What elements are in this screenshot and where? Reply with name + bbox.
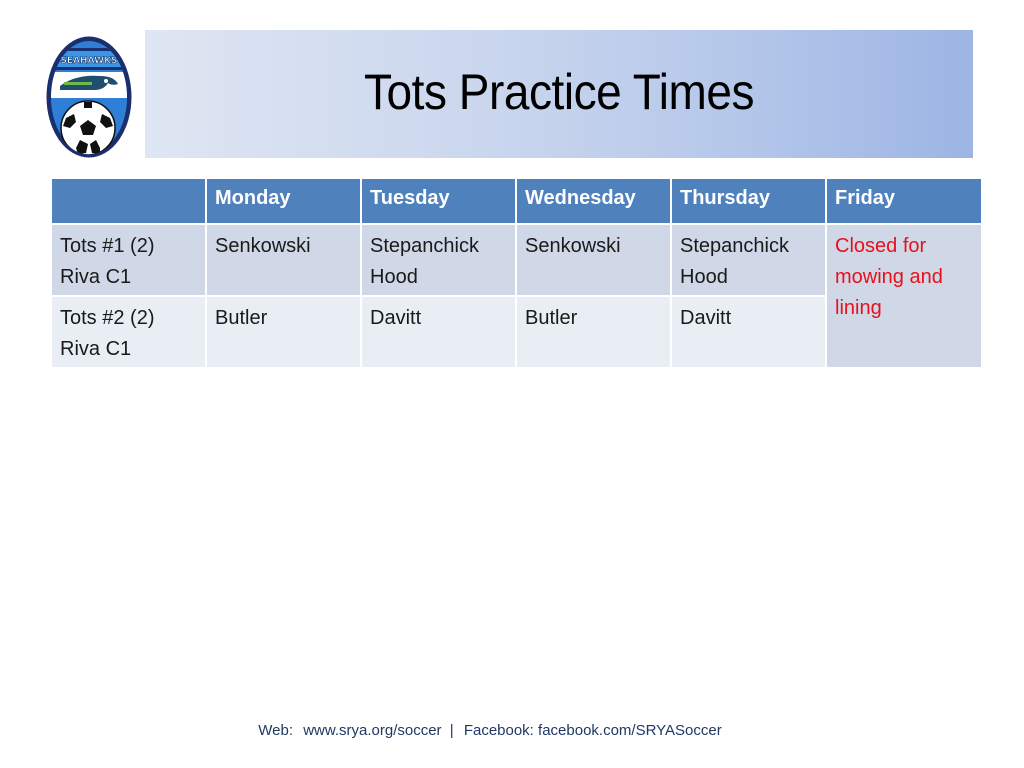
- web-label: Web:: [258, 722, 294, 739]
- tuesday-cell: Stepanchick Hood: [362, 225, 515, 295]
- practice-schedule-table: Monday Tuesday Wednesday Thursday Friday…: [50, 177, 983, 369]
- team-field: Riva C1: [60, 266, 132, 288]
- coach-name: Butler: [215, 307, 268, 329]
- team-name: Tots #2 (2): [60, 307, 155, 329]
- friday-note: lining: [835, 297, 882, 319]
- coach-name: Stepanchick: [370, 235, 479, 257]
- team-field: Riva C1: [60, 338, 132, 360]
- column-header-friday: Friday: [827, 179, 981, 223]
- wednesday-cell: Butler: [517, 297, 670, 367]
- seahawks-soccer-crest-icon: SEAHAWKS: [46, 36, 132, 158]
- slide: SEAHAWKS Tots Practice Times Monday Tues…: [0, 0, 1024, 768]
- thursday-cell: Davitt: [672, 297, 825, 367]
- title-banner: Tots Practice Times: [145, 30, 973, 158]
- coach-name: Senkowski: [215, 235, 311, 257]
- coach-name: Davitt: [370, 307, 422, 329]
- table-row: Tots #1 (2) Riva C1 Senkowski Stepanchic…: [52, 225, 981, 367]
- team-cell: Tots #2 (2) Riva C1: [52, 297, 205, 367]
- friday-note: Closed for: [835, 235, 927, 257]
- monday-cell: Butler: [207, 297, 360, 367]
- footer-separator: |: [449, 722, 454, 739]
- web-link[interactable]: www.srya.org/soccer: [303, 722, 441, 739]
- wednesday-cell: Senkowski: [517, 225, 670, 295]
- column-header-monday: Monday: [207, 179, 360, 223]
- coach-name: Davitt: [680, 307, 732, 329]
- facebook-label: Facebook:: [463, 722, 534, 739]
- column-header-thursday: Thursday: [672, 179, 825, 223]
- coach-name: Stepanchick: [680, 235, 789, 257]
- column-header-wednesday: Wednesday: [517, 179, 670, 223]
- facebook-link[interactable]: facebook.com/SRYASoccer: [538, 722, 722, 739]
- column-header-tuesday: Tuesday: [362, 179, 515, 223]
- coach-name: Senkowski: [525, 235, 621, 257]
- table-header-row: Monday Tuesday Wednesday Thursday Friday: [52, 179, 981, 223]
- team-name: Tots #1 (2): [60, 235, 155, 257]
- footer: Web: www.srya.org/soccer | Facebook: fac…: [0, 722, 980, 739]
- coach-name: Butler: [525, 307, 578, 329]
- friday-closed-cell: Closed for mowing and lining: [827, 225, 981, 367]
- column-header-team: [52, 179, 205, 223]
- page-title: Tots Practice Times: [363, 64, 755, 120]
- tuesday-cell: Davitt: [362, 297, 515, 367]
- friday-note: mowing and: [835, 266, 943, 288]
- svg-text:SEAHAWKS: SEAHAWKS: [60, 56, 117, 66]
- thursday-cell: Stepanchick Hood: [672, 225, 825, 295]
- team-cell: Tots #1 (2) Riva C1: [52, 225, 205, 295]
- coach-name: Hood: [370, 266, 418, 288]
- coach-name: Hood: [680, 266, 728, 288]
- monday-cell: Senkowski: [207, 225, 360, 295]
